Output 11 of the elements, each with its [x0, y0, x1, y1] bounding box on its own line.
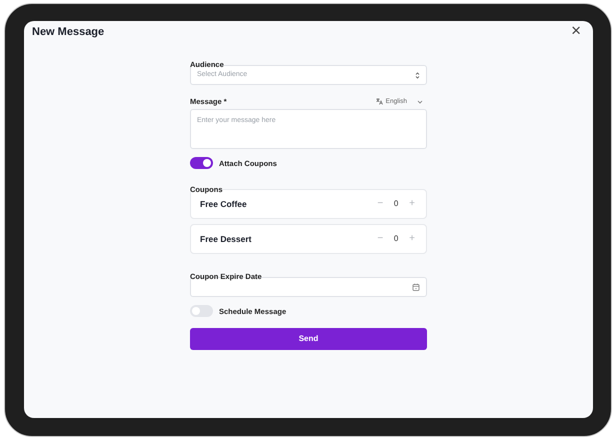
coupon-name: Free Coffee — [200, 198, 248, 210]
increment-button[interactable]: + — [407, 199, 417, 209]
decrement-button[interactable]: − — [375, 199, 386, 209]
quantity-value: 0 — [392, 198, 400, 210]
close-button[interactable]: × — [569, 22, 583, 41]
decrement-button[interactable]: − — [375, 234, 386, 244]
increment-button[interactable]: + — [407, 234, 417, 244]
send-button[interactable]: Send — [190, 328, 427, 350]
quantity-value: 0 — [392, 233, 400, 245]
coupon-name: Free Dessert — [200, 232, 253, 246]
dialog-title: New Message — [32, 26, 104, 40]
